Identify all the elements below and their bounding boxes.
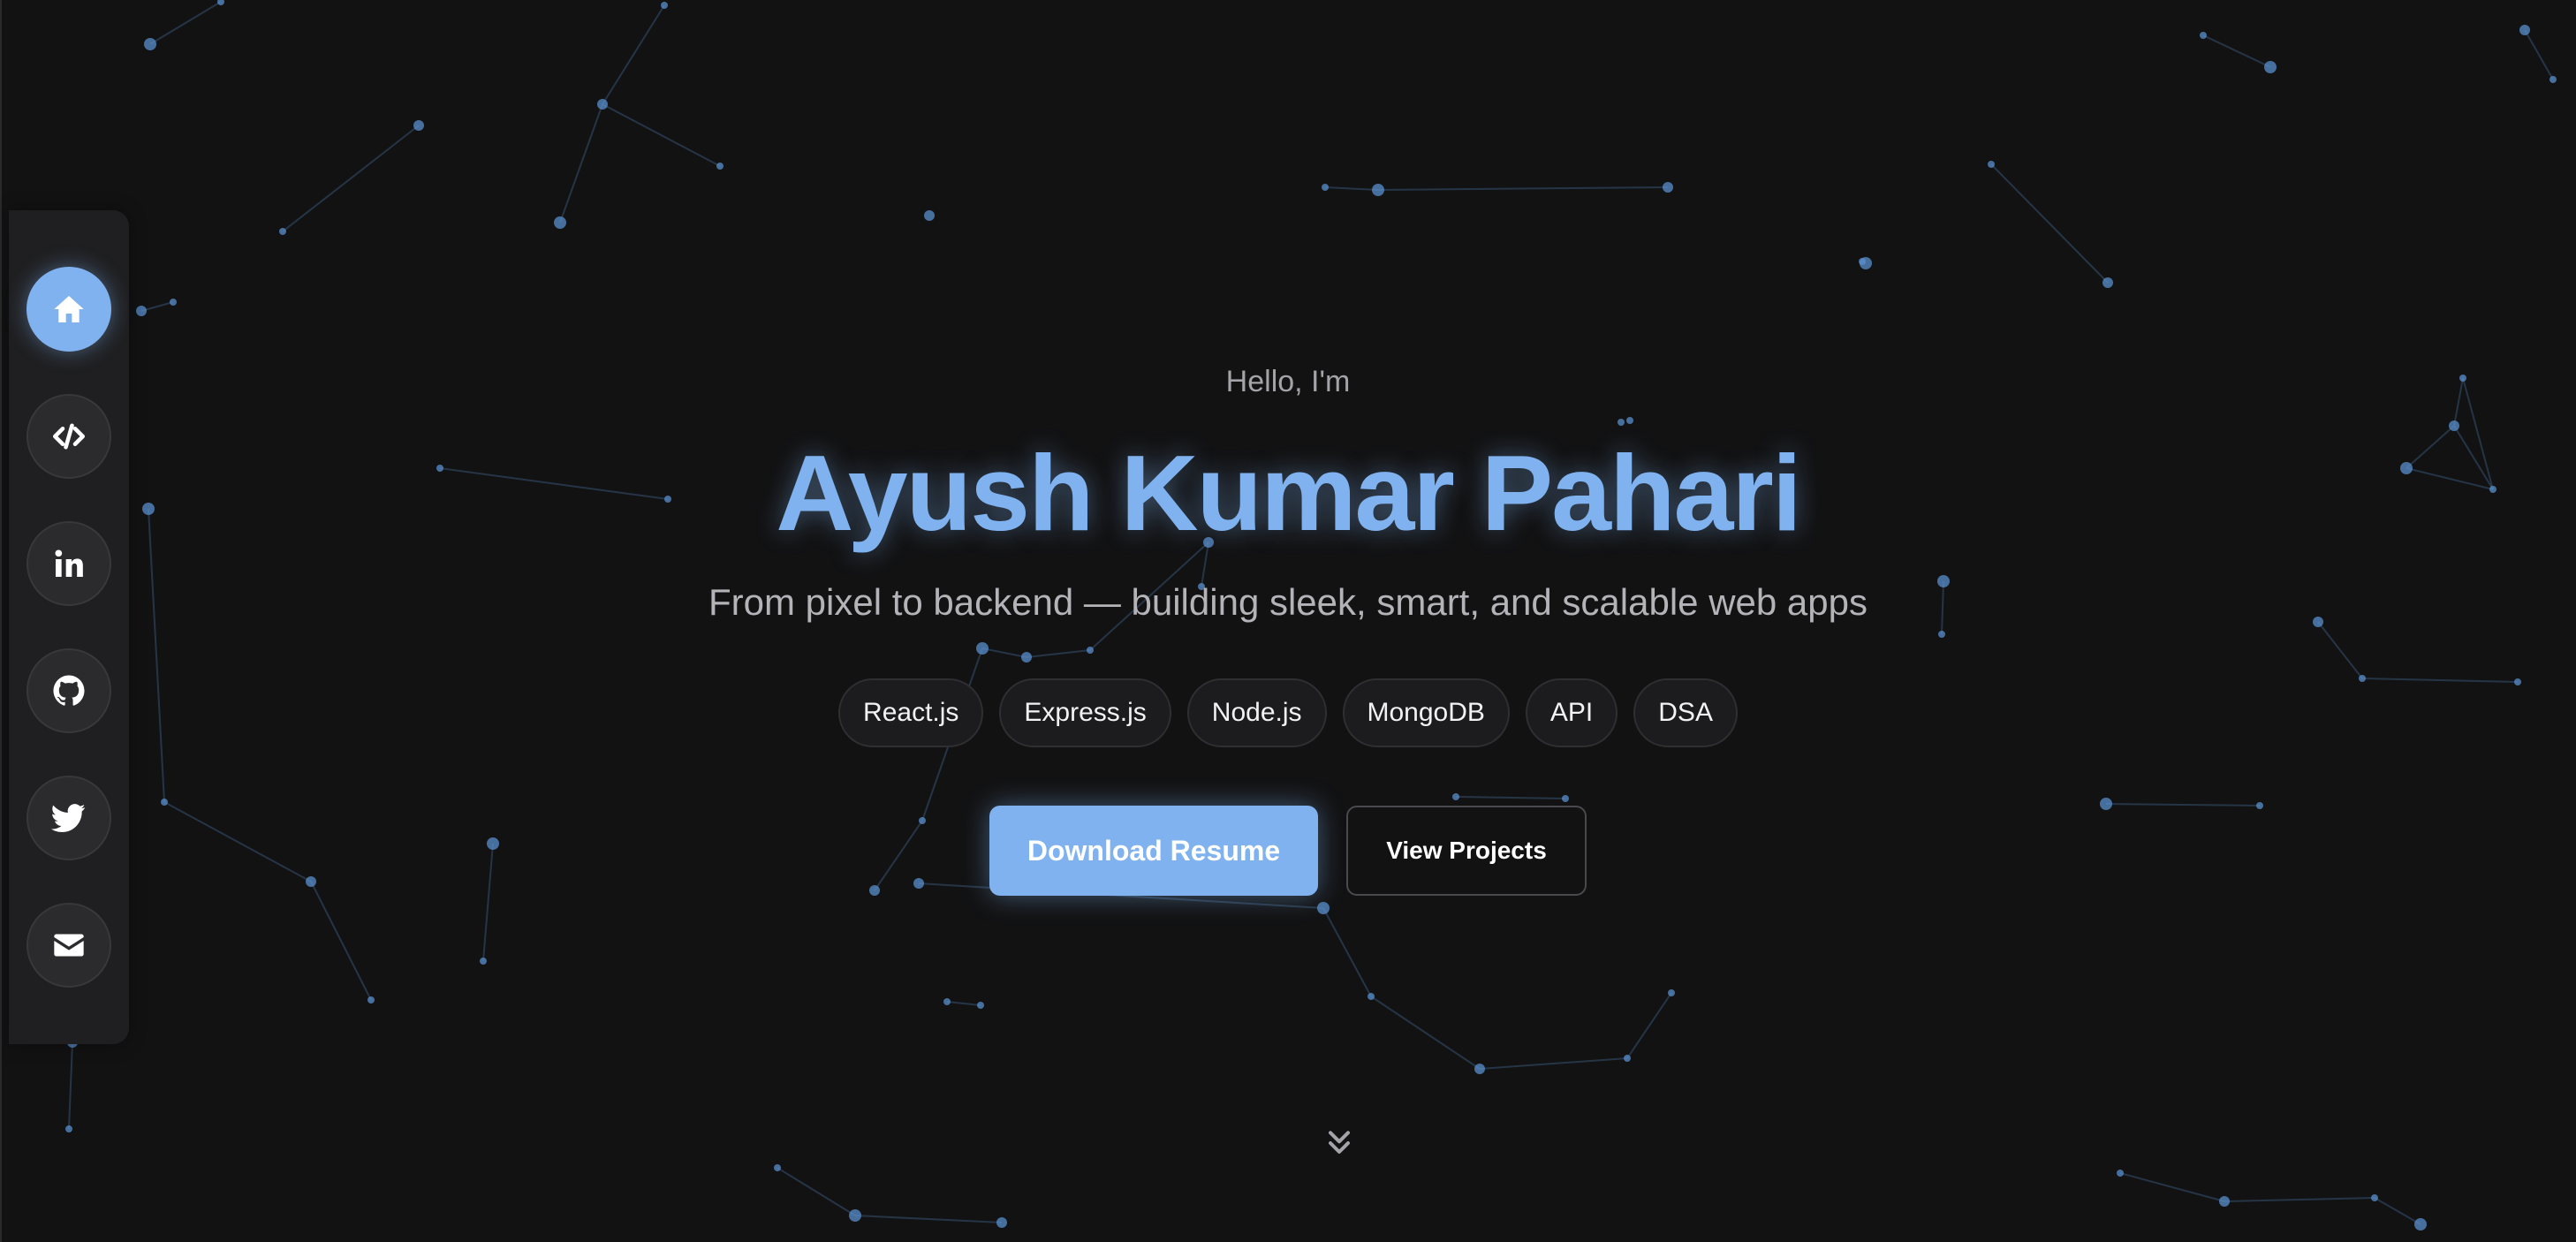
chevrons-down-icon	[1329, 1131, 1350, 1154]
download-resume-button[interactable]: Download Resume	[989, 806, 1318, 896]
hero-name: Ayush Kumar Pahari	[776, 433, 1802, 553]
skill-tag-api: API	[1525, 678, 1618, 747]
hero-section: Hello, I'm Ayush Kumar Pahari From pixel…	[0, 0, 2576, 1242]
view-projects-button[interactable]: View Projects	[1346, 806, 1587, 896]
scroll-down-button[interactable]	[1322, 1125, 1357, 1161]
skill-tag-react: React.js	[838, 678, 984, 747]
skill-tag-dsa: DSA	[1633, 678, 1738, 747]
skill-tag-mongodb: MongoDB	[1342, 678, 1510, 747]
page: Hello, I'm Ayush Kumar Pahari From pixel…	[0, 0, 2576, 1242]
skill-tag-node: Node.js	[1186, 678, 1327, 747]
hero-greeting: Hello, I'm	[1225, 365, 1351, 398]
hero-actions: Download Resume View Projects	[0, 806, 2576, 896]
skill-tags: React.js Express.js Node.js MongoDB API …	[0, 678, 2576, 747]
skill-tag-express: Express.js	[999, 678, 1171, 747]
hero-tagline: From pixel to backend — building sleek, …	[708, 581, 1868, 623]
